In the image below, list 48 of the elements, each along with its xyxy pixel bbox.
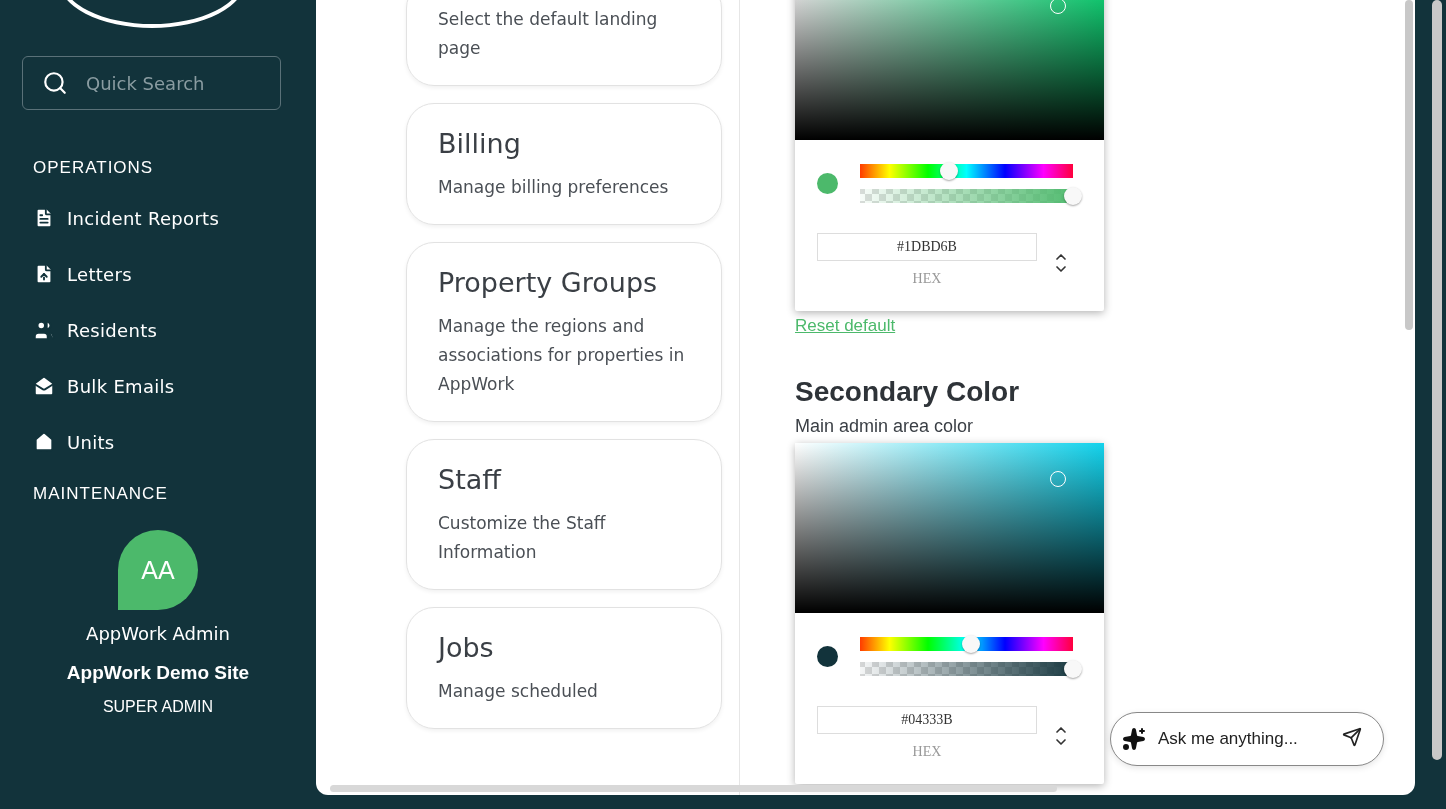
send-icon[interactable] xyxy=(1342,727,1362,747)
settings-card[interactable]: Jobs Manage scheduled xyxy=(406,607,722,729)
user-name: AppWork Admin xyxy=(86,623,230,644)
card-description: Manage scheduled xyxy=(438,680,599,703)
user-role: SUPER ADMIN xyxy=(102,698,214,716)
assistant-input[interactable]: Ask me anything... xyxy=(1110,712,1384,766)
color-picker[interactable]: #1DBD6B HEX xyxy=(795,0,1104,311)
house-icon xyxy=(33,431,55,453)
saturation-area[interactable] xyxy=(795,0,1104,140)
slider-thumb[interactable] xyxy=(961,635,980,653)
nav-item[interactable]: Units xyxy=(33,414,316,470)
format-label: HEX xyxy=(912,271,942,287)
nav-item[interactable]: Incident Reports xyxy=(33,190,316,246)
slider-thumb[interactable] xyxy=(1064,660,1082,678)
section-heading: OPERATIONS xyxy=(33,158,155,178)
card-title: Jobs xyxy=(438,632,495,663)
scrollbar-thumb[interactable] xyxy=(1432,0,1442,760)
card-description: Select the default landing page xyxy=(438,8,659,60)
settings-card[interactable]: Billing Manage billing preferences xyxy=(406,103,722,225)
format-label: HEX xyxy=(912,744,942,760)
search-icon xyxy=(42,70,68,96)
slider-thumb[interactable] xyxy=(940,162,959,180)
scrollbar-thumb[interactable] xyxy=(1405,0,1413,330)
people-icon xyxy=(33,319,55,341)
nav-item[interactable]: Residents xyxy=(33,302,316,358)
nav-item[interactable]: Letters xyxy=(33,246,316,302)
section-heading: MAINTENANCE xyxy=(33,484,169,504)
section-subtitle: Main admin area color xyxy=(795,416,975,437)
site-name: AppWork Demo Site xyxy=(66,662,250,684)
card-description: Customize the Staff Information xyxy=(438,512,607,564)
card-description: Manage billing preferences xyxy=(438,176,670,199)
card-title: Staff xyxy=(438,464,503,495)
scrollbar-thumb[interactable] xyxy=(330,785,1057,792)
sparkle-icon xyxy=(1122,727,1146,751)
slider-thumb[interactable] xyxy=(1064,187,1082,205)
envelope-icon xyxy=(33,375,55,397)
section-title: Secondary Color xyxy=(795,376,1021,408)
saturation-area[interactable] xyxy=(795,443,1104,613)
card-title: Billing xyxy=(438,128,522,159)
hex-input[interactable]: #04333B xyxy=(817,706,1037,734)
search-field[interactable]: Quick Search xyxy=(22,56,281,110)
hex-input[interactable]: #1DBD6B xyxy=(817,233,1037,261)
color-picker[interactable]: #04333B HEX xyxy=(795,443,1104,784)
settings-card[interactable]: Property Groups Manage the regions and associations for properties in AppWork xyxy=(406,242,722,422)
nav-item[interactable]: Bulk Emails xyxy=(33,358,316,414)
card-title: Property Groups xyxy=(438,267,659,298)
settings-card[interactable]: Staff Customize the Staff Information xyxy=(406,439,722,590)
card-description: Manage the regions and associations for properties in AppWork xyxy=(438,315,686,396)
